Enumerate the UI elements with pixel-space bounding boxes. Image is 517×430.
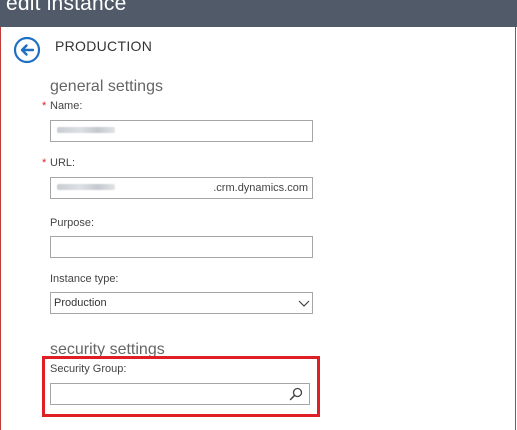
url-label: URL: [50,157,76,169]
redacted-url-value [57,184,115,190]
back-arrow-circle-icon [13,36,41,64]
name-field[interactable] [50,120,313,142]
search-icon[interactable] [289,387,303,401]
page-title: edit instance [6,0,127,15]
required-marker: * [42,100,47,112]
instance-type-select[interactable]: Production [50,292,313,314]
instance-name: PRODUCTION [55,38,153,54]
chevron-down-icon [298,300,310,307]
name-label: Name: [50,100,83,112]
required-marker: * [42,157,47,169]
purpose-label: Purpose: [50,217,95,229]
back-button[interactable] [13,36,41,64]
url-field[interactable]: .crm.dynamics.com [50,177,313,199]
purpose-field[interactable] [50,236,313,258]
security-group-search-input[interactable] [50,383,310,405]
instance-type-label: Instance type: [50,273,119,285]
general-settings-heading: general settings [50,78,163,95]
title-bar: edit instance [0,0,517,27]
security-group-label: Security Group: [50,363,127,375]
url-suffix: .crm.dynamics.com [213,182,308,194]
redacted-name-value [57,127,115,133]
instance-type-value: Production [54,297,107,309]
